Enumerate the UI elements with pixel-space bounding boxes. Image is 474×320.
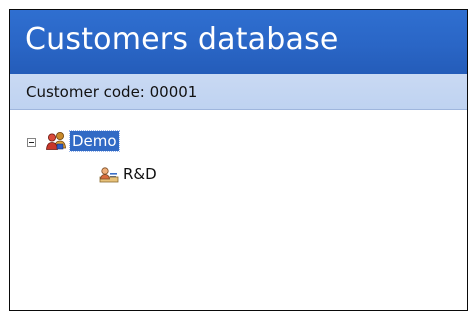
tree-node-label-rnd[interactable]: R&D — [123, 164, 157, 184]
collapse-icon[interactable] — [27, 138, 36, 147]
tree-node-rnd[interactable]: R&D — [10, 164, 210, 186]
customer-tree: Demo R&D — [10, 110, 467, 310]
customers-database-window: Customers database Customer code: 00001 — [9, 9, 468, 311]
window-title: Customers database — [25, 22, 339, 57]
group-icon — [45, 131, 67, 151]
tree-node-demo[interactable]: Demo — [10, 130, 210, 153]
customer-code-bar: Customer code: 00001 — [10, 74, 467, 110]
customer-code-label: Customer code: 00001 — [26, 83, 198, 101]
title-bar: Customers database — [10, 10, 467, 74]
user-card-icon — [99, 166, 119, 184]
tree-node-label-demo[interactable]: Demo — [69, 130, 120, 152]
